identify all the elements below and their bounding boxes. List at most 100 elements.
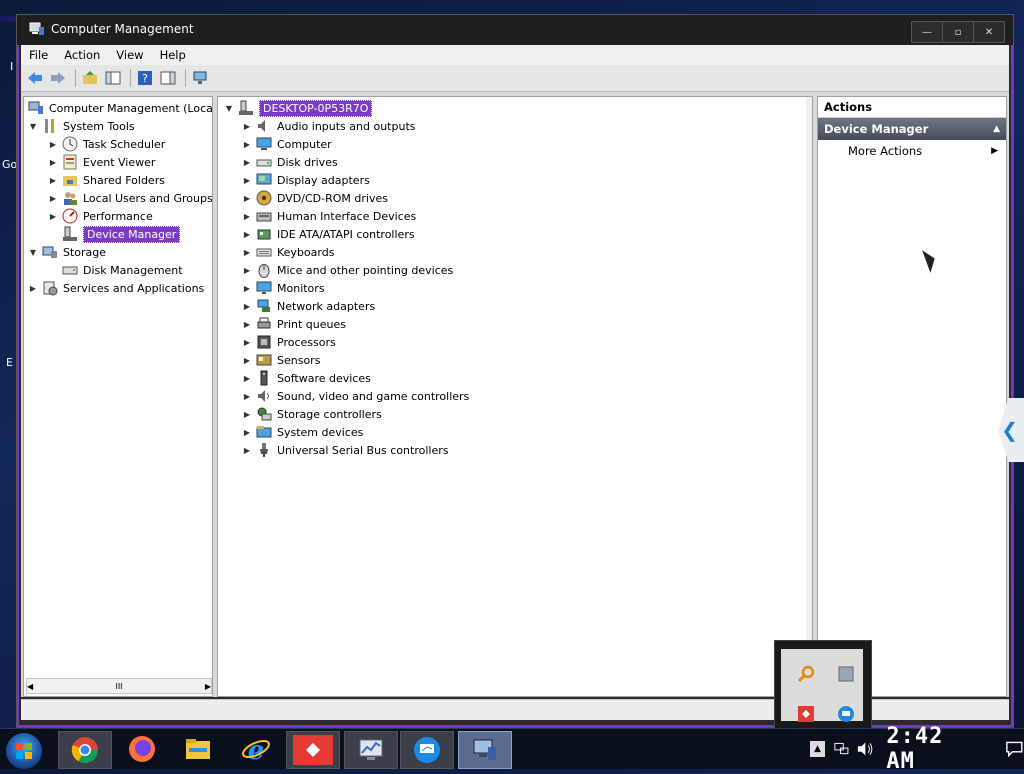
taskbar-firefox[interactable] (116, 731, 168, 767)
device-category-hid[interactable]: ▶ Human Interface Devices (242, 207, 416, 225)
search-key-icon[interactable] (797, 665, 815, 683)
collapsed-arrow-icon[interactable]: ▶ (242, 320, 252, 329)
taskbar-anydesk[interactable] (286, 731, 340, 769)
help-button[interactable]: ? (135, 68, 155, 88)
collapsed-arrow-icon[interactable]: ▶ (48, 176, 58, 185)
anydesk-tray-icon[interactable] (797, 705, 815, 723)
collapsed-arrow-icon[interactable]: ▶ (242, 392, 252, 401)
device-category-sound[interactable]: ▶ Sound, video and game controllers (242, 387, 469, 405)
collapsed-arrow-icon[interactable]: ▶ (242, 140, 252, 149)
collapsed-arrow-icon[interactable]: ▶ (242, 122, 252, 131)
more-actions-item[interactable]: More Actions ▶ (818, 140, 1006, 162)
collapsed-arrow-icon[interactable]: ▶ (242, 158, 252, 167)
close-button[interactable]: ✕ (973, 21, 1005, 43)
menu-help[interactable]: Help (152, 48, 194, 62)
collapsed-arrow-icon[interactable]: ▶ (242, 302, 252, 311)
device-category-software[interactable]: ▶ Software devices (242, 369, 371, 387)
menu-view[interactable]: View (108, 48, 151, 62)
tree-item-shared-folders[interactable]: ▶ Shared Folders (48, 171, 165, 189)
tree-item-system-tools[interactable]: ▼ System Tools (28, 117, 135, 135)
tree-item-performance[interactable]: ▶ Performance (48, 207, 153, 225)
device-category-printer[interactable]: ▶ Print queues (242, 315, 346, 333)
menu-file[interactable]: File (21, 48, 56, 62)
collapsed-arrow-icon[interactable]: ▶ (48, 212, 58, 221)
collapsed-arrow-icon[interactable]: ▶ (48, 140, 58, 149)
tree-item-device-manager[interactable]: Device Manager (58, 225, 181, 243)
collapsed-arrow-icon[interactable]: ▶ (242, 374, 252, 383)
collapsed-arrow-icon[interactable]: ▶ (48, 158, 58, 167)
tree-item-root[interactable]: Computer Management (Local) (28, 99, 212, 117)
collapsed-arrow-icon[interactable]: ▶ (242, 194, 252, 203)
collapsed-arrow-icon[interactable]: ▶ (242, 356, 252, 365)
tree-horizontal-scrollbar[interactable]: ◀ III ▶ (26, 678, 212, 694)
collapsed-arrow-icon[interactable]: ▶ (28, 284, 38, 293)
network-icon[interactable] (833, 740, 850, 758)
collapsed-arrow-icon[interactable]: ▶ (242, 248, 252, 257)
taskbar-chrome[interactable] (58, 731, 112, 769)
tree-item-disk-management[interactable]: Disk Management (58, 261, 183, 279)
tree-item-services[interactable]: ▶ Services and Applications (28, 279, 204, 297)
device-category-dvd[interactable]: ▶ DVD/CD-ROM drives (242, 189, 388, 207)
forward-button[interactable] (48, 68, 68, 88)
app-tray-icon[interactable] (837, 665, 855, 683)
notification-icon[interactable] (1005, 740, 1024, 758)
device-category-ide[interactable]: ▶ IDE ATA/ATAPI controllers (242, 225, 415, 243)
collapsed-arrow-icon[interactable]: ▶ (48, 194, 58, 203)
remote-desktop-tray-icon[interactable] (837, 705, 855, 723)
collapsed-arrow-icon[interactable]: ▶ (242, 410, 252, 419)
collapsed-arrow-icon[interactable]: ▶ (242, 284, 252, 293)
maximize-button[interactable]: ▫ (942, 21, 974, 43)
scroll-thumb[interactable]: III (115, 682, 122, 691)
collapse-up-icon[interactable]: ▲ (993, 118, 1000, 140)
device-category-keyboard[interactable]: ▶ Keyboards (242, 243, 335, 261)
volume-icon[interactable] (856, 740, 875, 758)
expanded-arrow-icon[interactable]: ▼ (28, 248, 38, 257)
tree-item-local-users[interactable]: ▶ Local Users and Groups (48, 189, 212, 207)
device-category-monitor[interactable]: ▶ Monitors (242, 279, 325, 297)
device-category-mouse[interactable]: ▶ Mice and other pointing devices (242, 261, 453, 279)
title-bar[interactable]: Computer Management — ▫ ✕ (17, 15, 1013, 45)
taskbar-computer-management[interactable] (458, 731, 512, 769)
taskbar-clock[interactable]: 2:42 AM (886, 724, 979, 774)
taskbar-internet-explorer[interactable]: e (230, 731, 282, 767)
minimize-button[interactable]: — (911, 21, 943, 43)
device-category-audio[interactable]: ▶ Audio inputs and outputs (242, 117, 416, 135)
expanded-arrow-icon[interactable]: ▼ (28, 122, 38, 131)
tree-item-event-viewer[interactable]: ▶ Event Viewer (48, 153, 155, 171)
device-category-disk[interactable]: ▶ Disk drives (242, 153, 338, 171)
taskbar-file-explorer[interactable] (172, 731, 224, 767)
actions-group-device-manager[interactable]: Device Manager ▲ (818, 118, 1006, 140)
device-category-processor[interactable]: ▶ Processors (242, 333, 336, 351)
collapsed-arrow-icon[interactable]: ▶ (242, 338, 252, 347)
taskbar-performance-monitor[interactable] (344, 731, 398, 769)
collapsed-arrow-icon[interactable]: ▶ (242, 212, 252, 221)
monitor-button[interactable] (190, 68, 210, 88)
collapsed-arrow-icon[interactable]: ▶ (242, 266, 252, 275)
taskbar-remote-desktop[interactable] (400, 731, 454, 769)
scroll-left-icon[interactable]: ◀ (27, 682, 33, 691)
show-action-pane-button[interactable] (158, 68, 178, 88)
start-button[interactable] (6, 733, 42, 769)
up-folder-button[interactable] (80, 68, 100, 88)
expanded-arrow-icon[interactable]: ▼ (224, 104, 234, 113)
device-category-system[interactable]: ▶ System devices (242, 423, 363, 441)
device-category-network[interactable]: ▶ Network adapters (242, 297, 375, 315)
device-category-sensor[interactable]: ▶ Sensors (242, 351, 321, 369)
collapsed-arrow-icon[interactable]: ▶ (242, 230, 252, 239)
collapsed-arrow-icon[interactable]: ▶ (242, 428, 252, 437)
device-root[interactable]: ▼ DESKTOP-0P53R7O (224, 99, 373, 117)
show-hide-tree-button[interactable] (103, 68, 123, 88)
tree-item-task-scheduler[interactable]: ▶ Task Scheduler (48, 135, 165, 153)
show-hidden-icons-button[interactable]: ▲ (810, 741, 825, 757)
device-category-computer[interactable]: ▶ Computer (242, 135, 332, 153)
device-category-storage-controller[interactable]: ▶ Storage controllers (242, 405, 382, 423)
system-icon (256, 424, 272, 440)
collapsed-arrow-icon[interactable]: ▶ (242, 446, 252, 455)
collapsed-arrow-icon[interactable]: ▶ (242, 176, 252, 185)
device-category-display[interactable]: ▶ Display adapters (242, 171, 370, 189)
scroll-right-icon[interactable]: ▶ (205, 682, 211, 691)
device-category-usb[interactable]: ▶ Universal Serial Bus controllers (242, 441, 448, 459)
menu-action[interactable]: Action (56, 48, 108, 62)
tree-item-storage[interactable]: ▼ Storage (28, 243, 106, 261)
back-button[interactable] (25, 68, 45, 88)
